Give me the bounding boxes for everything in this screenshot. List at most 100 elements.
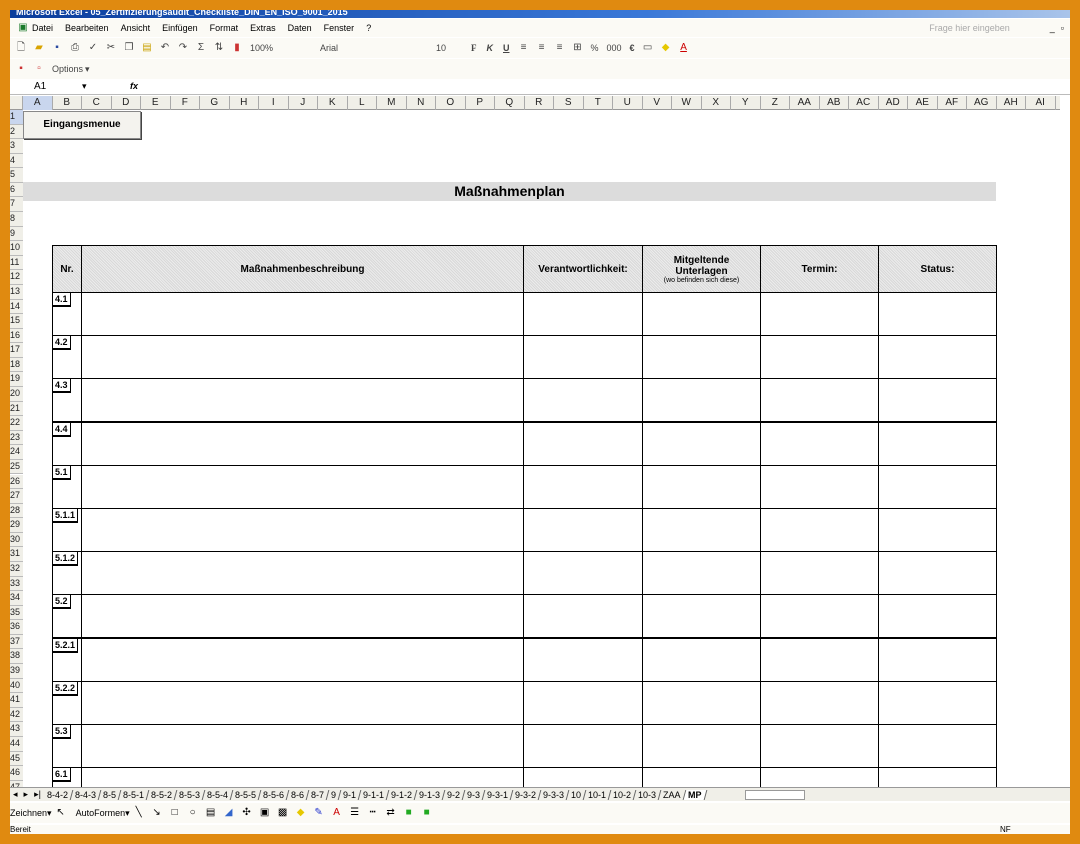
row-header[interactable]: 25 — [10, 459, 23, 475]
sheet-tab[interactable]: 9-3-3 — [538, 789, 570, 800]
row-header[interactable]: 2 — [10, 124, 23, 140]
3d-icon[interactable]: ■ — [420, 807, 434, 819]
column-header[interactable]: M — [377, 96, 407, 110]
row-header[interactable]: 22 — [10, 416, 23, 431]
row-header[interactable]: 11 — [10, 255, 23, 271]
row-header[interactable]: 10 — [10, 241, 23, 256]
column-header[interactable]: AF — [938, 96, 967, 110]
eingangsmenue-button[interactable]: Eingangsmenue — [23, 111, 141, 139]
sheet-tab[interactable]: 9-3-2 — [510, 789, 542, 800]
table-cell[interactable] — [523, 508, 643, 552]
column-header[interactable]: S — [554, 96, 584, 110]
wordart-icon[interactable]: ◢ — [222, 807, 236, 819]
column-header[interactable]: G — [200, 96, 230, 110]
row-header[interactable]: 42 — [10, 707, 23, 723]
column-header[interactable]: X — [702, 96, 731, 110]
row-header[interactable]: 6 — [10, 182, 23, 198]
column-header[interactable]: V — [643, 96, 672, 110]
table-cell[interactable] — [760, 508, 879, 552]
table-cell[interactable] — [81, 680, 524, 725]
table-cell[interactable] — [523, 335, 643, 380]
column-header[interactable]: N — [407, 96, 436, 110]
chart-icon[interactable]: ▮ — [230, 42, 244, 54]
menu-item[interactable]: Daten — [288, 23, 312, 33]
sheet-tab[interactable]: ZAA — [658, 789, 687, 800]
table-cell[interactable] — [878, 464, 997, 509]
minimize-button[interactable]: _ — [1050, 23, 1055, 33]
open-icon[interactable]: ▰ — [32, 42, 46, 54]
table-cell[interactable] — [642, 292, 761, 336]
column-header[interactable]: U — [613, 96, 643, 110]
row-header[interactable]: 4 — [10, 153, 23, 169]
redo-icon[interactable]: ↷ — [176, 42, 190, 54]
table-cell[interactable] — [523, 421, 643, 466]
italic-button[interactable]: K — [487, 43, 494, 53]
row-header[interactable]: 35 — [10, 605, 23, 621]
table-cell[interactable] — [642, 464, 761, 509]
menu-item[interactable]: Einfügen — [162, 23, 198, 33]
font-select[interactable]: Arial — [320, 43, 420, 53]
sort-icon[interactable]: ⇅ — [212, 42, 226, 54]
ellipse-icon[interactable]: ○ — [186, 807, 200, 819]
menu-item[interactable]: ? — [366, 23, 371, 33]
table-cell[interactable] — [81, 594, 524, 639]
row-header[interactable]: 27 — [10, 489, 23, 504]
print-icon[interactable]: ⎙ — [68, 42, 82, 54]
column-header[interactable]: AD — [879, 96, 908, 110]
row-header[interactable]: 30 — [10, 532, 23, 548]
bold-button[interactable]: F — [471, 43, 477, 53]
euro-button[interactable]: € — [630, 43, 635, 53]
font-color-icon[interactable]: A — [677, 42, 691, 54]
table-cell[interactable] — [760, 378, 879, 423]
column-header[interactable]: AG — [967, 96, 997, 110]
line-icon[interactable]: ╲ — [132, 807, 146, 819]
sheet-tab[interactable]: 8-5-3 — [174, 789, 206, 800]
sheet-tab[interactable]: 8-4-3 — [70, 789, 102, 800]
tab-nav-first[interactable]: ◂ — [13, 789, 18, 800]
column-header[interactable]: L — [348, 96, 377, 110]
row-header[interactable]: 43 — [10, 722, 23, 737]
restore-button[interactable]: ▫ — [1061, 23, 1064, 33]
row-header[interactable]: 29 — [10, 518, 23, 533]
sheet-tab[interactable]: MP — [683, 789, 707, 800]
table-cell[interactable] — [878, 767, 997, 787]
sheet-tab[interactable]: 8-4-2 — [42, 789, 74, 800]
column-header[interactable]: AB — [820, 96, 849, 110]
table-cell[interactable] — [81, 724, 524, 768]
column-header[interactable]: AA — [790, 96, 820, 110]
tab-nav-last[interactable]: ▸| — [34, 789, 41, 800]
undo-icon[interactable]: ↶ — [158, 42, 172, 54]
table-cell[interactable] — [81, 551, 524, 596]
table-cell[interactable] — [878, 378, 997, 423]
sheet-tab[interactable]: 10-3 — [633, 789, 662, 800]
row-header[interactable]: 20 — [10, 387, 23, 402]
table-cell[interactable] — [878, 421, 997, 466]
table-cell[interactable] — [760, 292, 879, 336]
paste-icon[interactable]: ▤ — [140, 42, 154, 54]
menu-item[interactable]: Format — [210, 23, 239, 33]
line-style-icon[interactable]: ☰ — [348, 807, 362, 819]
column-header[interactable]: Z — [761, 96, 790, 110]
table-cell[interactable] — [642, 594, 761, 639]
row-header[interactable]: 1 — [10, 110, 23, 125]
row-header[interactable]: 40 — [10, 678, 23, 694]
table-cell[interactable] — [878, 292, 997, 336]
column-header[interactable]: E — [141, 96, 171, 110]
table-cell[interactable] — [760, 551, 879, 596]
table-cell[interactable] — [760, 637, 879, 682]
sheet-tab[interactable]: 8-5-1 — [118, 789, 150, 800]
arrow-icon[interactable]: ↘ — [150, 807, 164, 819]
table-cell[interactable] — [642, 508, 761, 552]
row-header[interactable]: 14 — [10, 299, 23, 315]
column-header[interactable]: P — [466, 96, 495, 110]
row-header[interactable]: 36 — [10, 620, 23, 635]
border-icon[interactable]: ▭ — [641, 42, 655, 54]
sheet-tab[interactable]: 8-5-6 — [258, 789, 290, 800]
row-header[interactable]: 31 — [10, 547, 23, 562]
column-header[interactable]: AI — [1026, 96, 1056, 110]
align-right-icon[interactable]: ≡ — [553, 42, 567, 54]
name-box-dropdown[interactable]: ▾ — [82, 81, 87, 92]
shadow-icon[interactable]: ■ — [402, 807, 416, 819]
table-cell[interactable] — [760, 421, 879, 466]
row-header[interactable]: 17 — [10, 343, 23, 358]
